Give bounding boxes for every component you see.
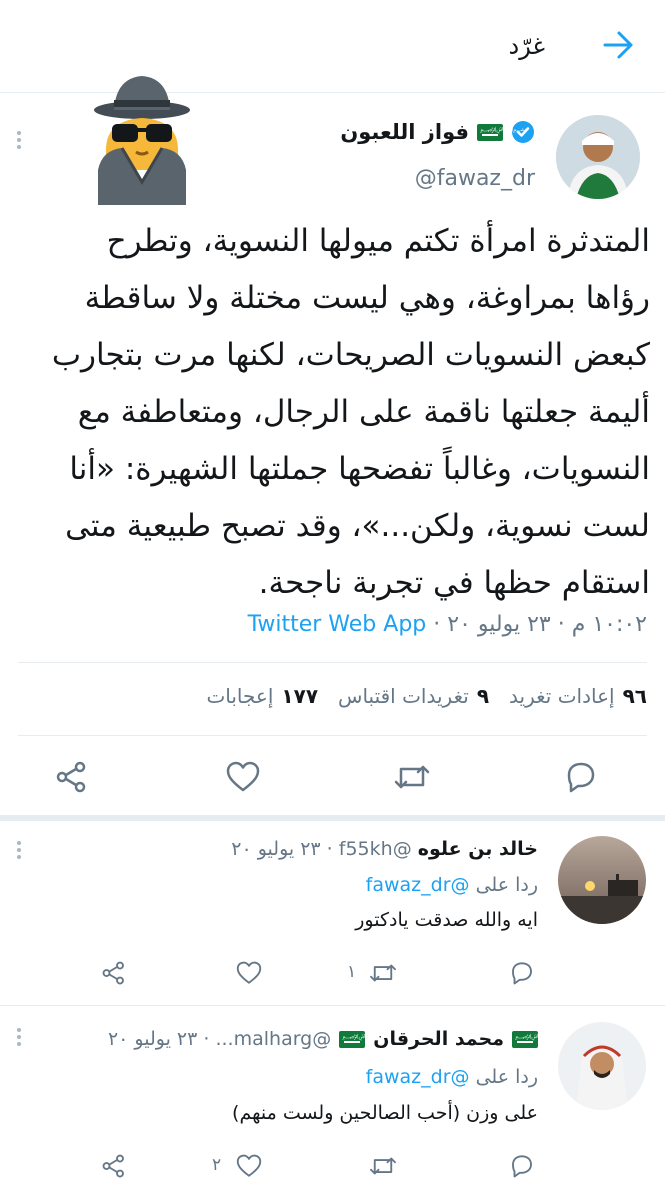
reply-avatar[interactable] — [558, 836, 646, 924]
tweet-meta: ١٠:٠٢ م · ٢٣ يوليو ٢٠ · Twitter Web App — [248, 612, 647, 637]
retweet-icon[interactable] — [392, 757, 432, 797]
author-name-row: فواز اللعبون — [340, 120, 535, 144]
tweet-line: أليمة جعلتها ناقمة على الرجال، ومتعاطفة … — [77, 394, 650, 430]
saudi-flag-icon — [339, 1030, 388, 1048]
saudi-flag-icon — [512, 1030, 561, 1048]
reply-handle-date[interactable]: @f55kh · ٢٣ يوليو ٢٠ — [231, 838, 411, 860]
more-dots-icon[interactable] — [17, 128, 23, 152]
reply-handle-date[interactable]: @malharg... · ٢٣ يوليو ٢٠ — [108, 1028, 331, 1050]
tweet-line: النسويات، وغالباً تفضحها جملتها الشهيرة:… — [69, 451, 650, 487]
quotes-stat[interactable]: ٩تغريدات اقتباس — [338, 684, 489, 708]
like-icon[interactable] — [234, 1151, 264, 1181]
like-icon[interactable] — [223, 757, 263, 797]
reply-icon[interactable] — [507, 1151, 537, 1181]
reply-author-name[interactable]: خالد بن علوه — [418, 838, 538, 860]
author-name[interactable]: فواز اللعبون — [340, 120, 469, 144]
reply-header: محمد الحرقان @malharg... · ٢٣ يوليو ٢٠ — [108, 1028, 561, 1050]
tweet-line: رؤاها بمراوغة، وهي ليست مختلة ولا ساقطة — [84, 280, 650, 316]
tweet-timestamp: ١٠:٠٢ م · ٢٣ يوليو ٢٠ · — [433, 612, 647, 637]
retweet-icon[interactable] — [368, 958, 398, 988]
author-handle[interactable]: @fawaz_dr — [415, 166, 535, 191]
like-icon[interactable] — [234, 958, 264, 988]
divider — [18, 735, 647, 736]
divider — [0, 1005, 665, 1006]
tweet-body: المتدثرة امرأة تكتم ميولها النسوية، وتطر… — [10, 213, 650, 612]
like-count: ٢ — [212, 1155, 222, 1175]
share-icon[interactable] — [52, 757, 92, 797]
likes-stat[interactable]: ١٧٧إعجابات — [206, 684, 318, 708]
share-icon[interactable] — [99, 958, 129, 988]
tweet-line: لست نسوية، ولكن...»، وقد تصبح طبيعية متى — [65, 508, 650, 544]
spy-emoji-icon — [92, 70, 192, 205]
tweet-line: المتدثرة امرأة تكتم ميولها النسوية، وتطر… — [106, 223, 650, 259]
retweet-icon[interactable] — [368, 1151, 398, 1181]
saudi-flag-icon — [477, 123, 526, 141]
more-dots-icon[interactable] — [17, 838, 23, 862]
more-dots-icon[interactable] — [17, 1025, 23, 1049]
reply-header: خالد بن علوه @f55kh · ٢٣ يوليو ٢٠ — [231, 838, 538, 860]
source-app-link[interactable]: Twitter Web App — [248, 612, 427, 637]
replying-to-handle[interactable]: @fawaz_dr — [366, 874, 470, 896]
tweet-line: كبعض النسويات الصريحات، لكنها مرت بتجارب — [51, 337, 650, 373]
section-divider — [0, 815, 665, 821]
reply-body: على وزن (أحب الصالحين ولست منهم) — [232, 1102, 538, 1124]
tweet-stats: ٩٦إعادات تغريد ٩تغريدات اقتباس ١٧٧إعجابا… — [206, 684, 647, 708]
replying-to: ردا على @fawaz_dr — [365, 874, 538, 896]
replying-to: ردا على @fawaz_dr — [365, 1066, 538, 1088]
page-title: غرّد — [508, 32, 545, 60]
tweet-line: استقام حظها في تجربة ناجحة. — [258, 565, 650, 601]
back-arrow-icon[interactable] — [601, 28, 635, 62]
author-avatar[interactable] — [556, 115, 640, 199]
replying-to-handle[interactable]: @fawaz_dr — [366, 1066, 470, 1088]
reply-avatar[interactable] — [558, 1022, 646, 1110]
retweet-count: ١ — [347, 962, 357, 982]
reply-author-name[interactable]: محمد الحرقان — [373, 1028, 504, 1050]
retweets-stat[interactable]: ٩٦إعادات تغريد — [509, 684, 647, 708]
reply-icon[interactable] — [507, 958, 537, 988]
share-icon[interactable] — [99, 1151, 129, 1181]
reply-body: ايه والله صدقت يادكتور — [355, 909, 538, 931]
divider — [18, 662, 647, 663]
reply-icon[interactable] — [561, 757, 601, 797]
